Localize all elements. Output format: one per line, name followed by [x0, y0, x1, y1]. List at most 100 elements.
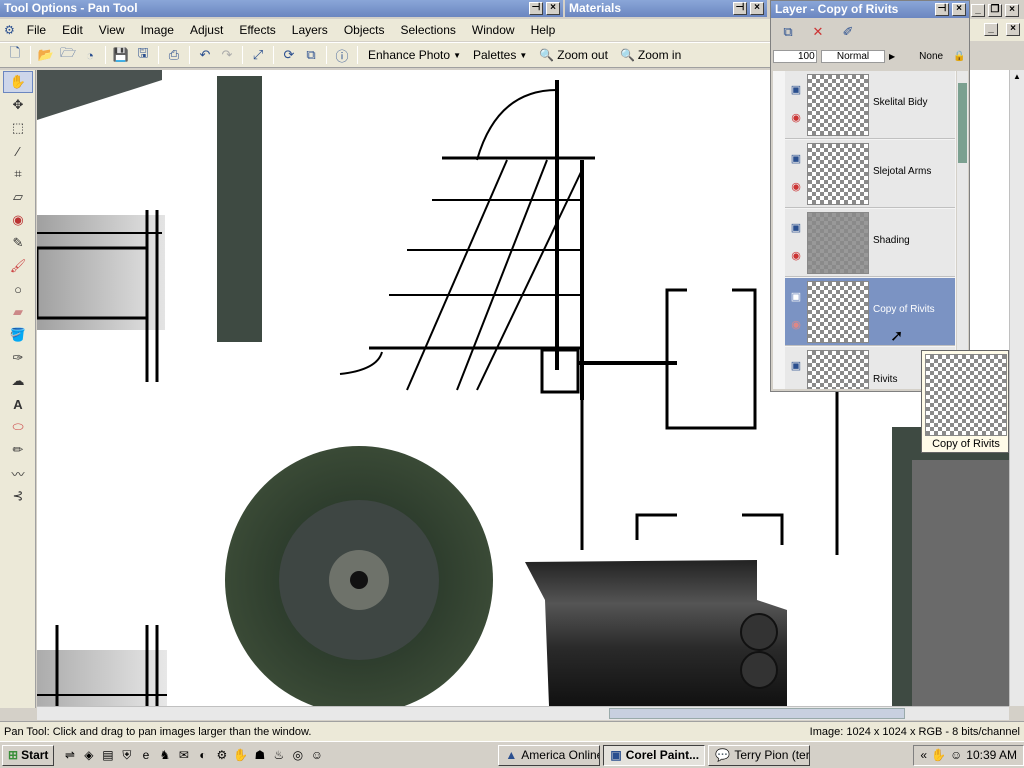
layer-visibility-icon[interactable]: ▣: [788, 83, 804, 97]
menu-view[interactable]: View: [91, 23, 133, 37]
open-icon[interactable]: 📂: [35, 45, 57, 65]
delete-layer-icon[interactable]: ✕: [807, 22, 829, 42]
desktop-icon[interactable]: ▤: [98, 746, 117, 765]
layers-scrollbar[interactable]: [957, 71, 968, 389]
tool-options-titlebar[interactable]: Tool Options - Pan Tool ⊣ ×: [0, 0, 563, 17]
menu-window[interactable]: Window: [464, 23, 523, 37]
firefox-icon[interactable]: ◎: [288, 746, 307, 765]
selection-tool-icon[interactable]: ⬚: [3, 117, 33, 139]
close-icon[interactable]: ×: [750, 2, 764, 15]
copy-icon[interactable]: ⧉: [300, 45, 322, 65]
layer-row-copy-of-rivits[interactable]: ▣ ◉ Copy of Rivits: [785, 278, 955, 346]
close-icon[interactable]: ×: [1005, 4, 1019, 17]
pen-tool-icon[interactable]: ✑: [3, 347, 33, 369]
dodge-tool-icon[interactable]: ○: [3, 278, 33, 300]
gear-icon[interactable]: ⚙: [212, 746, 231, 765]
new-layer-icon[interactable]: ⧉: [777, 22, 799, 42]
print-icon[interactable]: ⎙: [163, 45, 185, 65]
info-icon[interactable]: ⓘ: [331, 45, 353, 65]
mask-select[interactable]: None: [899, 51, 949, 62]
smiley-icon[interactable]: ☺: [307, 746, 326, 765]
shield-icon[interactable]: ⛨: [117, 746, 136, 765]
game-icon[interactable]: ♞: [155, 746, 174, 765]
opacity-field[interactable]: 100: [773, 49, 817, 63]
red-eye-tool-icon[interactable]: ◉: [3, 209, 33, 231]
save-as-icon[interactable]: 🖫: [132, 45, 154, 65]
lock-icon[interactable]: 🔒: [953, 51, 965, 62]
flame-icon[interactable]: ♨: [269, 746, 288, 765]
pin-icon[interactable]: ⊣: [529, 2, 543, 15]
refresh-icon[interactable]: ⟳: [278, 45, 300, 65]
pan-tool-icon[interactable]: ✋: [3, 71, 33, 93]
task-terry[interactable]: 💬 Terry Pion (ter...: [708, 744, 811, 766]
fill-tool-icon[interactable]: 🪣: [3, 324, 33, 346]
doc-close-icon[interactable]: ×: [1006, 23, 1020, 36]
crop-tool-icon[interactable]: ⌗: [3, 163, 33, 185]
draw-tool-icon[interactable]: ✏: [3, 439, 33, 461]
layer-row-skelital-bidy[interactable]: ▣ ◉ Skelital Bidy: [785, 71, 955, 139]
browser-icon[interactable]: e: [136, 746, 155, 765]
start-button[interactable]: ⊞ Start: [2, 744, 55, 766]
eraser-tool-icon[interactable]: ▰: [3, 301, 33, 323]
close-icon[interactable]: ×: [546, 2, 560, 15]
network-icon[interactable]: ⇌: [60, 746, 79, 765]
layer-visibility-icon[interactable]: ▣: [788, 290, 804, 304]
zoom-in-button[interactable]: 🔍 Zoom in: [614, 48, 687, 62]
warp-tool-icon[interactable]: 〰: [3, 462, 33, 484]
smiley-icon[interactable]: ☺: [950, 748, 962, 762]
menu-image[interactable]: Image: [133, 23, 182, 37]
save-icon[interactable]: 💾: [110, 45, 132, 65]
move-tool-icon[interactable]: ✥: [3, 94, 33, 116]
menu-adjust[interactable]: Adjust: [182, 23, 231, 37]
eye-icon[interactable]: ◉: [788, 249, 804, 263]
edit-layer-icon[interactable]: ✐: [837, 22, 859, 42]
layers-scroll-thumb[interactable]: [958, 83, 967, 163]
smudge-tool-icon[interactable]: ☁: [3, 370, 33, 392]
materials-titlebar[interactable]: Materials ⊣ ×: [565, 0, 767, 17]
mail-icon[interactable]: ✉: [174, 746, 193, 765]
menu-objects[interactable]: Objects: [336, 23, 393, 37]
enhance-photo-button[interactable]: Enhance Photo ▼: [362, 48, 467, 62]
straighten-tool-icon[interactable]: ⏥: [3, 186, 33, 208]
layer-row-slejotal-arms[interactable]: ▣ ◉ Slejotal Arms: [785, 140, 955, 208]
tray-expand-icon[interactable]: «: [920, 748, 927, 762]
scan-icon[interactable]: ◔: [79, 45, 101, 65]
layer-visibility-icon[interactable]: ▣: [788, 152, 804, 166]
dropper-tool-icon[interactable]: ⁄: [3, 140, 33, 162]
pin-icon[interactable]: ⊣: [935, 3, 949, 16]
minimize-icon[interactable]: _: [971, 4, 985, 17]
menu-selections[interactable]: Selections: [393, 23, 464, 37]
app-icon[interactable]: ☗: [250, 746, 269, 765]
eye-icon[interactable]: ◉: [788, 180, 804, 194]
menu-effects[interactable]: Effects: [231, 23, 283, 37]
pin-icon[interactable]: ⊣: [733, 2, 747, 15]
clone-tool-icon[interactable]: ✎: [3, 232, 33, 254]
layer-visibility-icon[interactable]: ▣: [788, 221, 804, 235]
zoom-out-button[interactable]: 🔍 Zoom out: [533, 48, 614, 62]
task-corel[interactable]: ▣ Corel Paint...: [603, 744, 706, 766]
layer-row-shading[interactable]: ▣ ◉ Shading: [785, 209, 955, 277]
browse-icon[interactable]: 🗁: [57, 45, 79, 65]
new-icon[interactable]: 🗋: [4, 45, 26, 65]
restore-icon[interactable]: ❐: [988, 4, 1002, 17]
menu-edit[interactable]: Edit: [54, 23, 91, 37]
task-aol[interactable]: ▲ America Online: [498, 744, 601, 766]
blend-mode-select[interactable]: Normal: [821, 49, 885, 63]
menu-layers[interactable]: Layers: [284, 23, 336, 37]
undo-icon[interactable]: ↶: [194, 45, 216, 65]
hand-icon[interactable]: ✋: [231, 746, 250, 765]
menu-file[interactable]: File: [19, 23, 54, 37]
spy-icon[interactable]: ◐: [193, 746, 212, 765]
eye-icon[interactable]: ◉: [788, 318, 804, 332]
shape-tool-icon[interactable]: ⬭: [3, 416, 33, 438]
horizontal-scrollbar[interactable]: [37, 706, 1009, 720]
doc-minimize-icon[interactable]: _: [984, 23, 998, 36]
text-tool-icon[interactable]: A: [3, 393, 33, 415]
menu-help[interactable]: Help: [523, 23, 564, 37]
picture-tube-icon[interactable]: ⊰: [3, 485, 33, 507]
layer-visibility-icon[interactable]: ▣: [788, 359, 804, 373]
vertical-scrollbar[interactable]: ▲: [1009, 70, 1024, 706]
resize-icon[interactable]: ⤢: [247, 45, 269, 65]
horizontal-scroll-thumb[interactable]: [609, 708, 905, 719]
hand-icon[interactable]: ✋: [931, 748, 946, 762]
